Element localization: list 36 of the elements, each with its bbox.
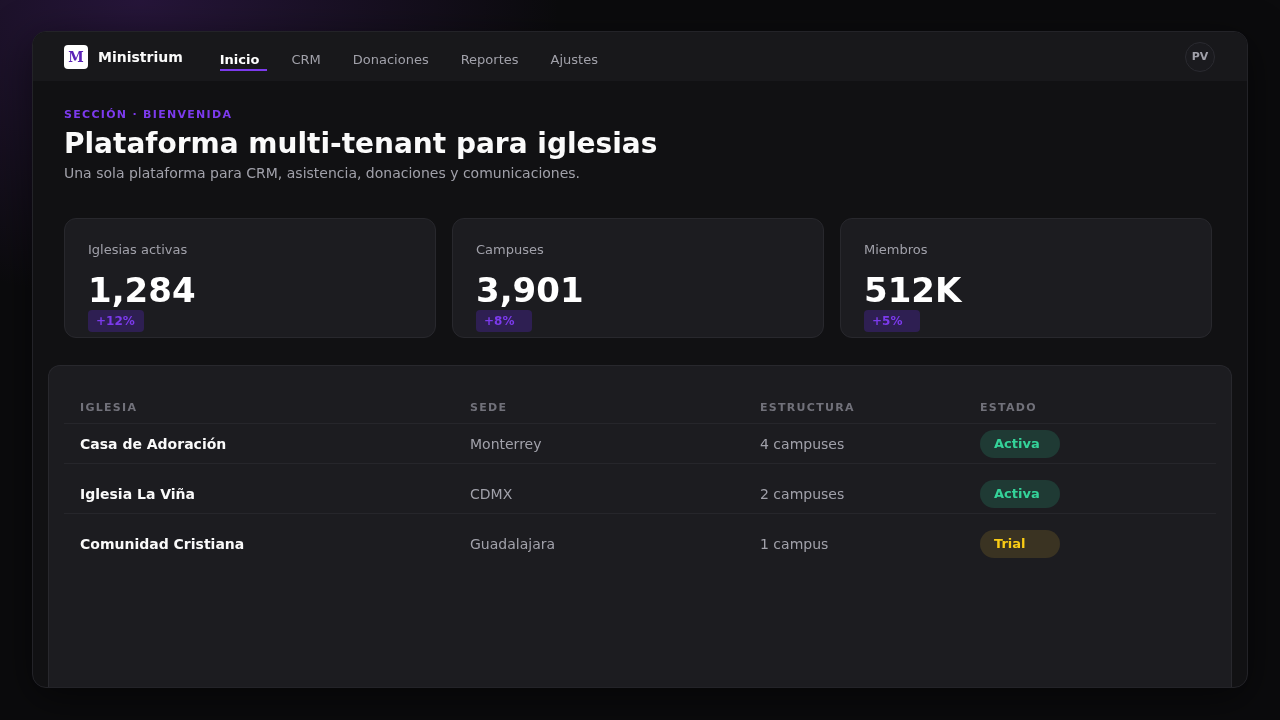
- stat-value: 512K: [864, 270, 962, 310]
- location-cell: Guadalajara: [470, 536, 556, 552]
- structure-cell: 4 campuses: [760, 435, 845, 452]
- app-name: Ministrium: [98, 48, 183, 65]
- structure-cell: 2 campuses: [760, 485, 845, 502]
- nav-tab[interactable]: CRM: [291, 46, 329, 71]
- nav-tab[interactable]: Donaciones: [352, 46, 437, 71]
- location-cell: CDMX: [470, 485, 513, 502]
- column-header: IGLESIA: [80, 401, 138, 414]
- section-label: SECCIÓN · BIENVENIDA: [64, 108, 233, 121]
- column-header: ESTRUCTURA: [760, 401, 855, 414]
- column-header: ESTADO: [980, 401, 1037, 414]
- church-name: Iglesia La Viña: [80, 485, 196, 502]
- stat-label: Miembros: [864, 242, 928, 258]
- status-tag: Activa: [980, 429, 1060, 458]
- page-title: Plataforma multi-tenant para iglesias: [64, 127, 658, 161]
- stat-change: +5%: [864, 310, 920, 332]
- user-avatar[interactable]: PV: [1185, 41, 1215, 72]
- stat-label: Campuses: [476, 242, 544, 258]
- structure-cell: 1 campus: [760, 536, 829, 552]
- stat-change: +8%: [476, 310, 532, 332]
- nav-tab[interactable]: Reportes: [460, 46, 527, 71]
- nav-tab[interactable]: Ajustes: [550, 46, 606, 71]
- status-tag: Trial: [980, 530, 1060, 558]
- stat-label: Iglesias activas: [88, 242, 188, 258]
- church-name: Casa de Adoración: [80, 435, 227, 452]
- church-name: Comunidad Cristiana: [80, 536, 245, 552]
- location-cell: Monterrey: [470, 435, 542, 452]
- column-header: SEDE: [470, 401, 508, 414]
- stat-value: 3,901: [476, 270, 584, 310]
- nav-tab[interactable]: Inicio: [219, 46, 268, 71]
- stat-change: +12%: [88, 310, 144, 332]
- page-subtitle: Una sola plataforma para CRM, asistencia, donaciones y comunicaciones.: [64, 164, 581, 183]
- logo-icon: M: [64, 44, 88, 69]
- stat-value: 1,284: [88, 270, 196, 310]
- status-tag: Activa: [980, 479, 1060, 508]
